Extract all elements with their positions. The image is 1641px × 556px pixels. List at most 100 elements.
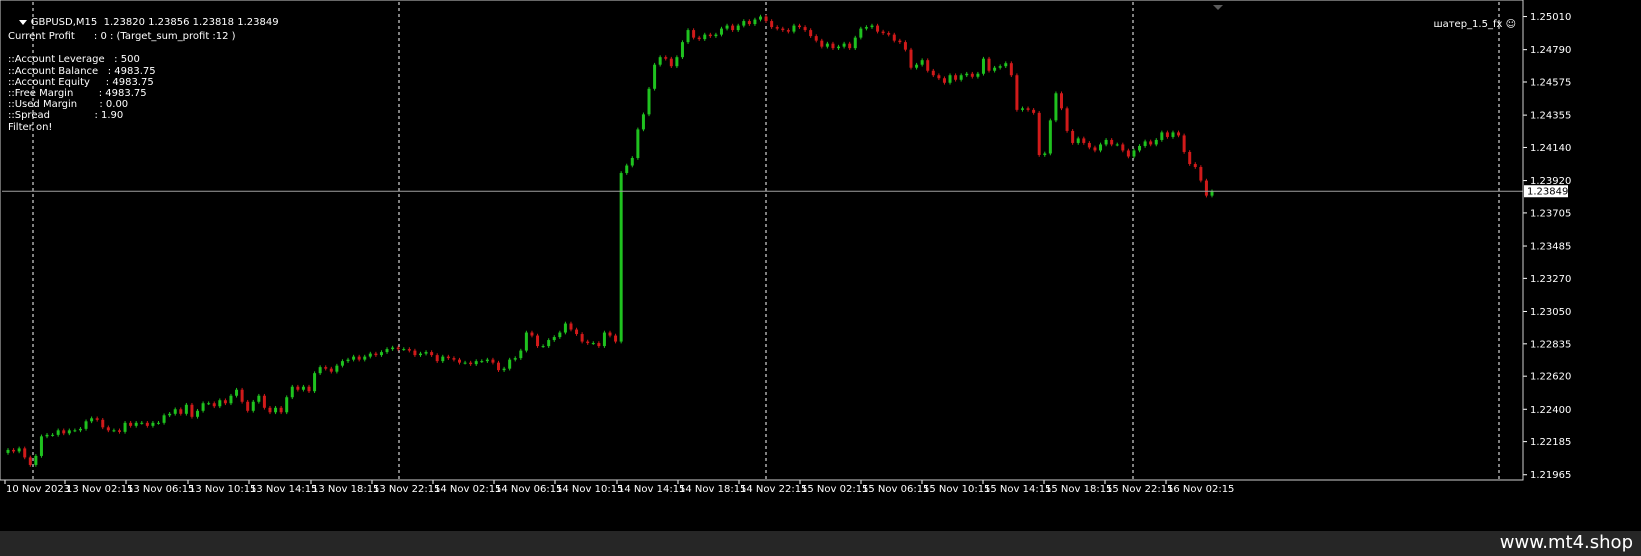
candle-66 <box>374 351 378 357</box>
candle-body <box>157 422 160 424</box>
candle-87 <box>491 357 495 365</box>
candle-body <box>1193 164 1197 168</box>
candle-body <box>201 403 205 411</box>
expert-advisor-name[interactable]: шатер_1.5_fx ☺ <box>1421 8 1516 41</box>
candle-99 <box>558 330 562 339</box>
info-equity: ::Account Equity : 4983.75 <box>8 77 154 88</box>
candle-body <box>987 58 991 71</box>
candle-body <box>664 57 668 59</box>
candle-body <box>513 358 517 360</box>
candle-body <box>262 395 266 408</box>
candle-18 <box>106 425 110 433</box>
candle-191 <box>1071 129 1075 145</box>
candle-212 <box>1188 150 1192 166</box>
candle-130 <box>731 23 735 32</box>
candle-24 <box>140 421 144 425</box>
candle-100 <box>563 321 567 335</box>
chart-canvas[interactable]: 1.250101.247901.245751.243551.241401.239… <box>0 0 1641 531</box>
candle-108 <box>608 330 612 338</box>
candle-159 <box>892 32 896 43</box>
candle-198 <box>1110 138 1114 147</box>
candle-body <box>1093 147 1097 151</box>
candle-body <box>1032 109 1036 113</box>
candle-body <box>134 422 138 426</box>
candle-body <box>1204 180 1208 196</box>
candle-body <box>140 422 144 424</box>
candle-body <box>129 422 133 426</box>
candle-body <box>792 25 796 32</box>
candle-162 <box>909 47 913 70</box>
candle-203 <box>1138 144 1142 153</box>
candle-body <box>1188 151 1192 165</box>
collapse-triangle-icon[interactable] <box>18 19 27 25</box>
candle-body <box>725 25 729 29</box>
candle-184 <box>1032 108 1036 115</box>
candle-43 <box>246 399 250 413</box>
candle-body <box>998 66 1002 68</box>
candle-body <box>703 34 707 40</box>
candle-6 <box>39 434 43 458</box>
candle-103 <box>580 332 584 344</box>
candle-body <box>1154 139 1158 145</box>
candle-body <box>279 407 283 413</box>
candle-body <box>1121 144 1125 151</box>
candle-16 <box>95 416 99 422</box>
candle-body <box>993 67 997 71</box>
candle-120 <box>675 55 679 69</box>
candle-body <box>90 418 94 422</box>
candle-176 <box>987 56 991 73</box>
candle-182 <box>1020 106 1024 112</box>
candle-body <box>335 365 339 372</box>
candle-97 <box>547 338 551 348</box>
candle-102 <box>575 327 579 336</box>
candle-149 <box>837 44 841 50</box>
candle-body <box>1104 139 1108 145</box>
candle-101 <box>569 321 573 332</box>
candle-19 <box>112 428 116 433</box>
candle-body <box>764 16 768 22</box>
candle-21 <box>123 421 127 434</box>
candle-body <box>28 457 32 465</box>
candle-body <box>296 386 300 390</box>
ea-label: шатер_1.5_fx <box>1433 19 1503 30</box>
candle-53 <box>301 384 305 392</box>
candle-112 <box>630 156 634 168</box>
candle-body <box>151 422 155 426</box>
price-tick-label: 1.21965 <box>1530 470 1571 481</box>
candle-163 <box>915 62 919 70</box>
candle-110 <box>619 171 623 344</box>
time-tick-label: 15 Nov 10:15 <box>923 484 990 495</box>
candle-body <box>708 34 712 37</box>
candle-body <box>870 25 874 28</box>
candle-body <box>859 28 863 38</box>
candle-34 <box>196 408 200 419</box>
candle-body <box>307 386 311 392</box>
candle-body <box>502 368 506 371</box>
candle-body <box>391 347 395 350</box>
candle-body <box>385 349 389 353</box>
candle-body <box>898 40 902 43</box>
candle-body <box>552 337 556 341</box>
candle-208 <box>1165 130 1169 139</box>
candle-body <box>831 43 835 49</box>
candle-body <box>324 367 328 369</box>
candle-105 <box>591 341 595 345</box>
candle-body <box>162 415 166 423</box>
candle-body <box>524 332 528 351</box>
price-chart[interactable]: 1.25010 1.24790 1.24575 1.24355 1.24140 1.239… <box>0 0 1641 531</box>
candle-body <box>558 332 562 338</box>
candle-127 <box>714 32 718 38</box>
candle-117 <box>658 55 662 67</box>
candle-4 <box>28 455 32 467</box>
candle-body <box>352 356 356 360</box>
candle-body <box>1210 191 1214 196</box>
candle-body <box>1087 142 1091 148</box>
candle-body <box>268 407 272 413</box>
candle-158 <box>887 31 891 37</box>
candle-60 <box>340 359 344 368</box>
candle-body <box>45 434 49 437</box>
candle-45 <box>257 393 261 404</box>
candle-168 <box>942 76 946 85</box>
candle-48 <box>274 405 278 415</box>
candle-body <box>781 28 785 31</box>
